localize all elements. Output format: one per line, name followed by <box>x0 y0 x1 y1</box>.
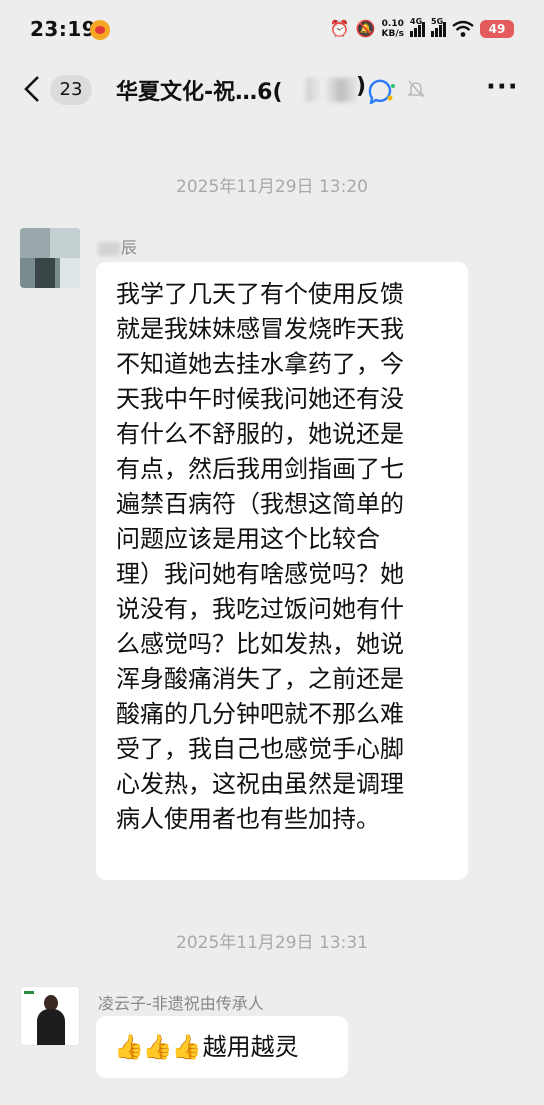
chat-title-bar: 23 华夏文化-祝…6( ) ··· <box>0 58 544 122</box>
message-text-line: 遍禁百病符（我想这简单的 <box>116 490 404 518</box>
message-text-line: 有点，然后我用剑指画了七 <box>116 455 404 483</box>
message-text-line: 理）我问她有啥感觉吗？她 <box>116 560 404 588</box>
signal-4g-icon: 4G <box>410 17 425 37</box>
net-speed: 0.10 KB/s <box>382 19 404 39</box>
more-icon[interactable]: ··· <box>486 72 519 102</box>
thumbs-up-emoji: 👍👍👍 <box>114 1032 202 1061</box>
message-text-line: 有什么不舒服的，她说还是 <box>116 420 404 448</box>
message-text-line: 就是我妹妹感冒发烧昨天我 <box>116 315 404 343</box>
message-text-line: 么感觉吗？比如发热，她说 <box>116 630 404 658</box>
weibo-icon <box>90 20 110 40</box>
redacted-area <box>98 241 120 256</box>
signal-5g-label: 5G <box>431 17 444 26</box>
message-text-line: 说没有，我吃过饭问她有什 <box>116 595 404 623</box>
wifi-icon <box>452 20 474 37</box>
unread-count-badge[interactable]: 23 <box>50 75 92 105</box>
avatar[interactable] <box>20 986 80 1046</box>
message-text-line: 酸痛的几分钟吧就不那么难 <box>116 700 404 728</box>
message-text-line: 天我中午时候我问她还有没 <box>116 385 404 413</box>
message-text-line: 浑身酸痛消失了，之前还是 <box>116 665 404 693</box>
avatar[interactable] <box>20 228 80 288</box>
signal-4g-label: 4G <box>410 17 423 26</box>
message-text-line: 受了，我自己也感觉手心脚 <box>116 735 404 763</box>
chat-title-tail: ) <box>356 74 367 99</box>
signal-5g-icon: 5G <box>431 17 446 37</box>
message-bubble[interactable]: 👍👍👍 越用越灵 <box>96 1016 348 1078</box>
sender-name: 凌云子-非遗祝由传承人 <box>98 994 264 1013</box>
net-speed-value: 0.10 <box>381 19 404 29</box>
status-time: 23:19 <box>30 17 97 41</box>
message-timestamp: 2025年11月29日 13:31 <box>176 933 368 953</box>
message-text-line: 病人使用者也有些加持。 <box>116 805 380 833</box>
message-bubble[interactable]: 我学了几天了有个使用反馈 就是我妹妹感冒发烧昨天我 不知道她去挂水拿药了，今 天我中午… <box>96 262 468 880</box>
mute-icon: 🔕 <box>355 19 376 38</box>
ai-assistant-icon[interactable] <box>366 78 396 104</box>
bell-muted-icon <box>407 79 425 104</box>
message-timestamp: 2025年11月29日 13:20 <box>176 177 368 197</box>
message-text-line: 心发热，这祝由虽然是调理 <box>116 770 404 798</box>
message-text-line: 我学了几天了有个使用反馈 <box>116 280 404 308</box>
message-text-line: 不知道她去挂水拿药了，今 <box>116 350 404 378</box>
chevron-left-icon[interactable] <box>22 74 42 110</box>
status-bar: 23:19 ⏰ 🔕 0.10 KB/s 4G 5G 49 <box>0 0 544 58</box>
battery-icon: 49 <box>480 20 514 38</box>
sender-name-text: 辰 <box>121 238 138 257</box>
status-icons: ⏰ 🔕 0.10 KB/s 4G 5G 49 <box>330 16 514 42</box>
alarm-icon: ⏰ <box>329 19 350 38</box>
message-text-line: 问题应该是用这个比较合 <box>116 525 380 553</box>
chat-title[interactable]: 华夏文化-祝…6( <box>116 74 283 106</box>
message-text: 越用越灵 <box>202 1032 299 1061</box>
redacted-area <box>306 78 358 102</box>
sender-name: 辰 <box>98 234 137 258</box>
net-speed-unit: KB/s <box>381 29 404 39</box>
